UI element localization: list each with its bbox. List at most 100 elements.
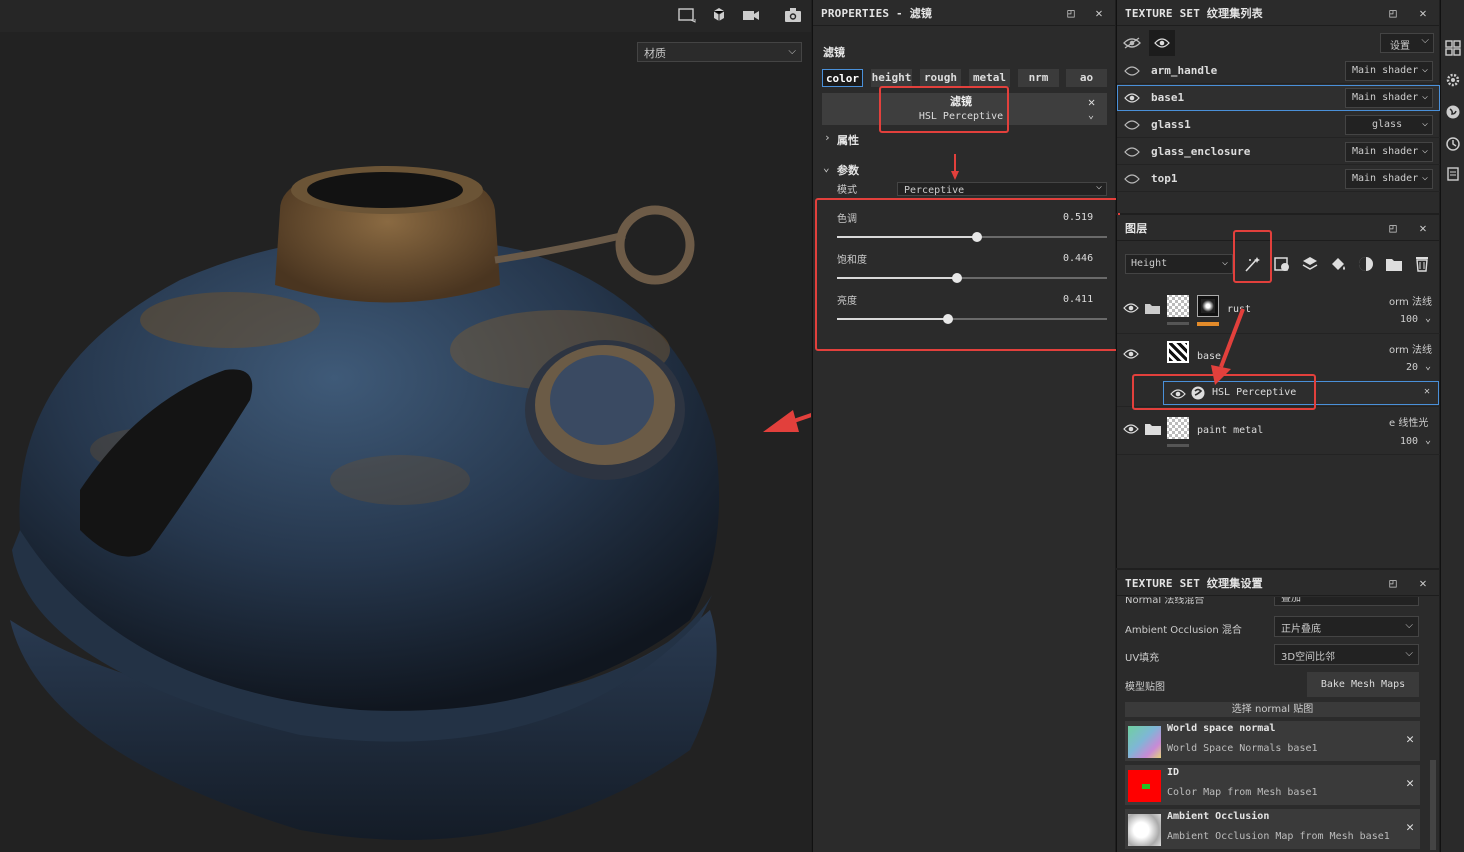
ao-blend-select[interactable]: 正片叠底 ⌵ <box>1274 616 1419 637</box>
shader-select[interactable]: Main shader ⌵ <box>1345 142 1433 162</box>
chevron-down-icon: ⌵ <box>1421 118 1428 129</box>
eye-icon[interactable] <box>1124 65 1140 77</box>
channel-tab-rough[interactable]: rough <box>920 69 961 87</box>
chevron-down-icon[interactable]: ⌄ <box>1088 110 1094 121</box>
chevron-down-icon[interactable]: ⌄ <box>1425 313 1431 324</box>
annotation-box-filter <box>879 86 1009 133</box>
params-label[interactable]: 参数 <box>837 162 859 178</box>
eye-icon[interactable] <box>1124 119 1140 131</box>
ao-blend-value: 正片叠底 <box>1281 624 1321 635</box>
settings-scroll-area[interactable]: Normal 法线混合 叠加 Ambient Occlusion 混合 正片叠底… <box>1117 597 1427 852</box>
screenshot-icon[interactable] <box>780 4 806 26</box>
close-icon[interactable]: ✕ <box>1091 5 1107 21</box>
mesh-map-thumbnail <box>1128 770 1161 802</box>
undock-icon[interactable]: ◰ <box>1385 5 1401 21</box>
layer-blend-mode[interactable]: e 线性光 <box>1389 414 1428 429</box>
texture-set-row[interactable]: top1 Main shader ⌵ <box>1117 166 1440 192</box>
layer-row-rust[interactable]: rust orm 法线 100 ⌄ <box>1117 285 1440 334</box>
scrollbar-thumb[interactable] <box>1430 760 1436 850</box>
bake-mesh-maps-button[interactable]: Bake Mesh Maps <box>1307 672 1419 697</box>
shader-select[interactable]: Main shader ⌵ <box>1345 88 1433 108</box>
eye-icon[interactable] <box>1124 92 1140 104</box>
shader-select[interactable]: Main shader ⌵ <box>1345 61 1433 81</box>
texture-set-list-panel: TEXTURE SET 纹理集列表 ◰ ✕ 设置 ⌵ arm_handle Ma… <box>1116 0 1440 213</box>
channel-tab-nrm[interactable]: nrm <box>1018 69 1059 87</box>
add-fill-layer-icon[interactable] <box>1301 255 1319 273</box>
remove-map-icon[interactable]: ✕ <box>1406 776 1414 791</box>
chevron-down-icon: ⌵ <box>1221 257 1228 268</box>
grid-icon[interactable] <box>1445 40 1461 56</box>
texture-set-row[interactable]: glass1 glass ⌵ <box>1117 112 1440 138</box>
settings-gear-icon[interactable] <box>1445 72 1461 88</box>
texture-set-row[interactable]: arm_handle Main shader ⌵ <box>1117 58 1440 84</box>
folder-open-icon[interactable] <box>1145 302 1161 314</box>
annotation-box-filter-button <box>1233 230 1272 283</box>
undock-icon[interactable]: ◰ <box>1063 5 1079 21</box>
layer-thumbnail <box>1167 295 1189 317</box>
eye-icon[interactable] <box>1123 302 1139 314</box>
delete-icon[interactable] <box>1413 255 1431 273</box>
channel-tab-color[interactable]: color <box>822 69 863 87</box>
remove-map-icon[interactable]: ✕ <box>1406 732 1414 747</box>
close-icon[interactable]: ✕ <box>1415 220 1431 236</box>
channel-tab-ao[interactable]: ao <box>1066 69 1107 87</box>
layer-channel-select[interactable]: Height ⌵ <box>1125 254 1233 274</box>
properties-title: PROPERTIES - 滤镜 <box>821 6 933 20</box>
shader-select[interactable]: glass ⌵ <box>1345 115 1433 135</box>
eye-icon[interactable] <box>1124 173 1140 185</box>
clear-filter-icon[interactable]: ✕ <box>1088 95 1095 109</box>
hide-all-icon[interactable] <box>1123 37 1141 49</box>
camera-3d-icon[interactable] <box>706 4 732 26</box>
3d-viewport[interactable]: 材质 ⌵ <box>0 0 811 852</box>
shader-select[interactable]: Main shader ⌵ <box>1345 169 1433 189</box>
channel-tab-metal[interactable]: metal <box>969 69 1010 87</box>
settings-dropdown[interactable]: 设置 ⌵ <box>1380 33 1434 53</box>
mesh-map-title: ID <box>1167 767 1180 778</box>
globe-icon[interactable] <box>1445 104 1461 120</box>
mesh-map-item[interactable]: Ambient Occlusion Ambient Occlusion Map … <box>1125 809 1420 849</box>
add-mask-icon[interactable] <box>1357 255 1375 273</box>
history-icon[interactable] <box>1445 136 1461 152</box>
chevron-right-icon[interactable]: › <box>824 131 831 144</box>
viewport-toolbar <box>0 0 811 32</box>
layer-opacity[interactable]: 20 <box>1406 362 1418 373</box>
chevron-down-icon[interactable]: ⌄ <box>1425 361 1431 372</box>
normal-blend-select[interactable]: 叠加 <box>1274 597 1419 606</box>
texture-set-row-selected[interactable]: base1 Main shader ⌵ <box>1117 85 1440 111</box>
remove-effect-icon[interactable]: ✕ <box>1424 386 1430 397</box>
close-icon[interactable]: ✕ <box>1415 575 1431 591</box>
layer-opacity[interactable]: 100 <box>1400 436 1418 447</box>
layer-row-paint-metal[interactable]: paint metal e 线性光 100 ⌄ <box>1117 407 1440 455</box>
paint-bucket-icon[interactable] <box>1329 255 1347 273</box>
undock-icon[interactable]: ◰ <box>1385 575 1401 591</box>
remove-map-icon[interactable]: ✕ <box>1406 820 1414 835</box>
channel-tab-height[interactable]: height <box>871 69 912 87</box>
uv-padding-select[interactable]: 3D空间比邻 ⌵ <box>1274 644 1419 665</box>
close-icon[interactable]: ✕ <box>1415 5 1431 21</box>
chevron-down-icon[interactable]: ⌄ <box>1425 435 1431 446</box>
normal-blend-value: 叠加 <box>1281 597 1301 604</box>
video-camera-icon[interactable] <box>738 4 764 26</box>
layer-opacity[interactable]: 100 <box>1400 314 1418 325</box>
eye-icon[interactable] <box>1124 146 1140 158</box>
add-effect-icon[interactable] <box>1273 255 1291 273</box>
add-folder-icon[interactable] <box>1385 255 1403 273</box>
annotation-box-sliders <box>815 198 1120 351</box>
eye-icon[interactable] <box>1123 348 1139 360</box>
texture-set-row[interactable]: glass_enclosure Main shader ⌵ <box>1117 139 1440 165</box>
document-icon[interactable] <box>1445 166 1461 182</box>
material-select[interactable]: 材质 ⌵ <box>637 42 802 62</box>
show-all-button[interactable] <box>1149 30 1175 56</box>
layer-blend-mode[interactable]: orm 法线 <box>1389 293 1432 308</box>
attributes-label[interactable]: 属性 <box>837 132 859 148</box>
select-normal-map-button[interactable]: 选择 normal 贴图 <box>1125 702 1420 717</box>
display-mode-icon[interactable] <box>674 4 700 26</box>
mode-select[interactable]: Perceptive ⌵ <box>897 182 1107 196</box>
mesh-map-item[interactable]: ID Color Map from Mesh base1 ✕ <box>1125 765 1420 805</box>
chevron-down-icon[interactable]: ⌄ <box>823 161 830 174</box>
undock-icon[interactable]: ◰ <box>1385 220 1401 236</box>
eye-icon[interactable] <box>1123 423 1139 435</box>
folder-icon[interactable] <box>1145 423 1161 435</box>
layer-blend-mode[interactable]: orm 法线 <box>1389 341 1432 356</box>
mesh-map-item[interactable]: World space normal World Space Normals b… <box>1125 721 1420 761</box>
